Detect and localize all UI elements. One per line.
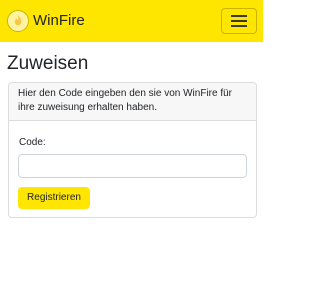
navbar-toggle-button[interactable] bbox=[221, 8, 257, 34]
register-button[interactable]: Registrieren bbox=[18, 187, 90, 209]
brand-link[interactable]: WinFire bbox=[7, 9, 85, 33]
code-input[interactable] bbox=[18, 154, 247, 178]
assignment-card: Hier den Code eingeben den sie von WinFi… bbox=[8, 82, 257, 218]
hamburger-menu-icon bbox=[231, 15, 247, 17]
winfire-logo-icon bbox=[7, 10, 29, 32]
card-header: Hier den Code eingeben den sie von WinFi… bbox=[9, 83, 256, 121]
hamburger-menu-icon-bar bbox=[231, 20, 247, 22]
page-title: Zuweisen bbox=[7, 53, 89, 74]
card-body: Code: Registrieren bbox=[9, 121, 256, 217]
code-label: Code: bbox=[19, 137, 46, 148]
navbar: WinFire bbox=[0, 0, 263, 42]
hamburger-menu-icon-bar bbox=[231, 25, 247, 27]
brand-text: WinFire bbox=[33, 12, 85, 29]
